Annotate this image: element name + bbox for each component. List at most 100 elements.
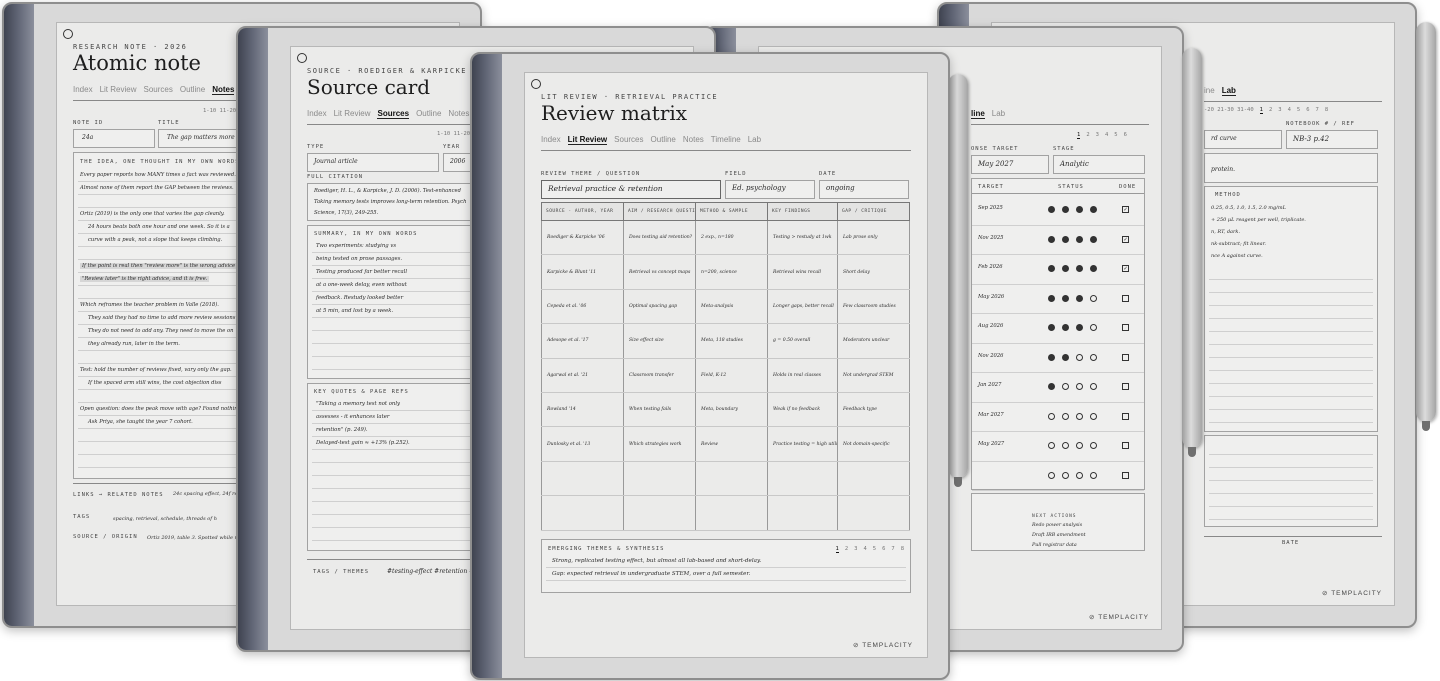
- status-dot-empty[interactable]: [1076, 353, 1083, 361]
- matrix-cell[interactable]: Rowland '14: [541, 392, 624, 428]
- menu-icon[interactable]: [63, 29, 73, 39]
- status-dot-filled[interactable]: [1048, 265, 1055, 272]
- tab-outline[interactable]: Outline: [416, 109, 441, 119]
- tab-sources[interactable]: Sources: [377, 109, 410, 119]
- status-dot-empty[interactable]: [1090, 353, 1097, 361]
- date-field[interactable]: ongoing: [819, 180, 909, 199]
- page-link[interactable]: 5: [1114, 132, 1117, 139]
- matrix-cell[interactable]: Feedback type: [837, 392, 910, 428]
- page-link[interactable]: 1: [1077, 132, 1081, 139]
- tags-value[interactable]: #testing-effect #retention #l: [387, 568, 476, 575]
- matrix-cell[interactable]: [623, 461, 696, 497]
- matrix-cell[interactable]: Weak if no feedback: [767, 392, 838, 428]
- tab-notes[interactable]: Notes: [448, 109, 469, 119]
- tab-lab[interactable]: Lab: [1221, 86, 1236, 96]
- matrix-cell[interactable]: [837, 495, 910, 531]
- status-dot-empty[interactable]: [1062, 442, 1069, 449]
- tab-index[interactable]: Index: [307, 109, 327, 119]
- menu-icon[interactable]: [531, 79, 541, 89]
- next-action-item[interactable]: Redo power analysis: [1032, 523, 1082, 528]
- done-checkbox[interactable]: [1122, 412, 1129, 420]
- status-dot-filled[interactable]: [1048, 206, 1055, 213]
- page-link[interactable]: 8: [901, 546, 904, 553]
- status-dot-empty[interactable]: [1090, 471, 1097, 479]
- page-link[interactable]: 7: [891, 546, 894, 553]
- tab-outline[interactable]: Outline: [180, 85, 205, 95]
- status-dot-filled[interactable]: [1048, 294, 1055, 302]
- matrix-cell[interactable]: Does testing aid retention?: [623, 220, 696, 256]
- page-link[interactable]: 6: [882, 546, 885, 553]
- status-dot-filled[interactable]: [1048, 353, 1055, 361]
- matrix-cell[interactable]: Roediger & Karpicke '06: [541, 220, 624, 256]
- tab-outline[interactable]: Outline: [651, 135, 676, 145]
- matrix-cell[interactable]: [767, 461, 838, 497]
- done-checkbox[interactable]: [1122, 442, 1129, 449]
- tab-lit-review[interactable]: Lit Review: [100, 85, 137, 95]
- status-dot-empty[interactable]: [1076, 442, 1083, 449]
- tab-lab[interactable]: Lab: [992, 109, 1005, 119]
- status-dot-filled[interactable]: [1062, 206, 1069, 213]
- results-section[interactable]: [1204, 435, 1378, 527]
- matrix-cell[interactable]: When testing fails: [623, 392, 696, 428]
- tab-lab[interactable]: Lab: [748, 135, 761, 145]
- status-dot-filled[interactable]: [1048, 235, 1055, 243]
- status-dot-empty[interactable]: [1048, 412, 1055, 420]
- matrix-cell[interactable]: n=200, science: [695, 254, 768, 290]
- tab-notes[interactable]: Notes: [683, 135, 704, 145]
- matrix-cell[interactable]: [837, 461, 910, 497]
- page-link[interactable]: 5: [873, 546, 876, 553]
- matrix-cell[interactable]: Dunlosky et al. '13: [541, 426, 624, 462]
- tab-sources[interactable]: Sources: [143, 85, 172, 95]
- page-link[interactable]: 8: [1325, 107, 1328, 114]
- done-checkbox[interactable]: [1122, 353, 1129, 361]
- matrix-cell[interactable]: Agarwal et al. '21: [541, 358, 624, 393]
- page-link[interactable]: 3: [1278, 107, 1281, 114]
- done-checkbox-checked[interactable]: ✓: [1122, 235, 1129, 243]
- matrix-cell[interactable]: Retrieval vs concept maps: [623, 254, 696, 290]
- page-link[interactable]: 1: [1259, 107, 1263, 114]
- matrix-cell[interactable]: Adesope et al. '17: [541, 323, 624, 359]
- matrix-cell[interactable]: Meta, 118 studies: [695, 323, 768, 359]
- page-link[interactable]: 7: [1316, 107, 1319, 114]
- status-dot-empty[interactable]: [1048, 471, 1055, 479]
- page-link[interactable]: 4: [1288, 107, 1291, 114]
- matrix-cell[interactable]: [541, 495, 624, 531]
- status-dot-empty[interactable]: [1090, 383, 1097, 390]
- matrix-cell[interactable]: Optimal spacing gap: [623, 289, 696, 325]
- page-link[interactable]: 2: [1086, 132, 1089, 139]
- status-dot-empty[interactable]: [1090, 412, 1097, 420]
- status-dot-filled[interactable]: [1090, 265, 1097, 272]
- matrix-cell[interactable]: [623, 495, 696, 531]
- done-checkbox-checked[interactable]: ✓: [1122, 265, 1129, 272]
- tab-sources[interactable]: Sources: [614, 135, 643, 145]
- status-dot-filled[interactable]: [1076, 206, 1083, 213]
- matrix-cell[interactable]: Karpicke & Blunt '11: [541, 254, 624, 290]
- matrix-cell[interactable]: Meta-analysis: [695, 289, 768, 325]
- themes-section[interactable]: EMERGING THEMES & SYNTHESIS 1 2 3 4 5 6 …: [541, 539, 911, 593]
- page-link[interactable]: 3: [854, 546, 857, 553]
- tab-timeline[interactable]: line: [971, 109, 985, 119]
- status-dot-filled[interactable]: [1076, 265, 1083, 272]
- theme-field[interactable]: Retrieval practice & retention: [541, 180, 721, 199]
- matrix-cell[interactable]: Cepeda et al. '06: [541, 289, 624, 325]
- matrix-cell[interactable]: Review: [695, 426, 768, 462]
- page-range[interactable]: 1-10 11-20: [437, 131, 470, 137]
- tab-index[interactable]: Index: [541, 135, 561, 145]
- page-range[interactable]: 1-10 11-20: [203, 108, 236, 114]
- status-dot-empty[interactable]: [1062, 471, 1069, 479]
- matrix-cell[interactable]: Short delay: [837, 254, 910, 290]
- status-dot-empty[interactable]: [1090, 442, 1097, 449]
- done-checkbox[interactable]: [1122, 383, 1129, 390]
- status-dot-empty[interactable]: [1076, 412, 1083, 420]
- status-dot-filled[interactable]: [1048, 324, 1055, 331]
- matrix-cell[interactable]: Few classroom studies: [837, 289, 910, 325]
- target-field[interactable]: May 2027: [971, 155, 1049, 174]
- matrix-cell[interactable]: [541, 461, 624, 497]
- field-field[interactable]: Ed. psychology: [725, 180, 815, 199]
- page-link[interactable]: 3: [1096, 132, 1099, 139]
- done-checkbox[interactable]: [1122, 294, 1129, 302]
- page-link[interactable]: 5: [1297, 107, 1300, 114]
- matrix-cell[interactable]: Field, K-12: [695, 358, 768, 393]
- matrix-cell[interactable]: [695, 495, 768, 531]
- tab-index[interactable]: Index: [73, 85, 93, 95]
